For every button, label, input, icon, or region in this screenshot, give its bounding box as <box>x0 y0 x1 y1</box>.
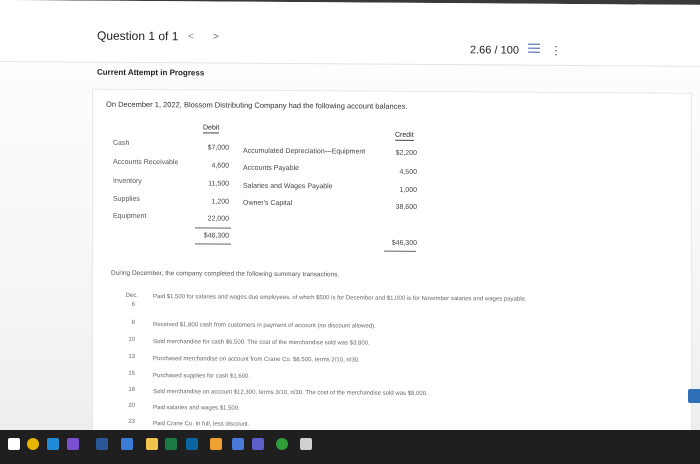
app-icon[interactable] <box>121 438 133 450</box>
credit-account: Accumulated Depreciation—Equipment <box>243 147 366 156</box>
chrome-icon[interactable] <box>27 438 39 450</box>
debit-account: Supplies <box>113 195 140 203</box>
txn-day: 13 <box>128 353 135 360</box>
question-header: Question 1 of 1 < > 2.66 / 100 · · · <box>0 0 700 67</box>
debit-amount: 11,500 <box>208 180 229 188</box>
credit-double-rule <box>384 250 416 252</box>
debit-account: Equipment <box>113 212 147 221</box>
side-panel-tab[interactable] <box>688 389 700 403</box>
debit-account: Accounts Receivable <box>113 158 179 167</box>
debit-amount: 22,000 <box>207 215 229 223</box>
question-card <box>92 88 692 438</box>
question-counter: Question 1 of 1 <box>97 28 179 44</box>
debit-account: Inventory <box>113 177 142 185</box>
txn-day: 6 <box>131 301 135 308</box>
debit-amount: 1,200 <box>211 198 229 206</box>
credit-amount: 4,500 <box>399 168 417 176</box>
credit-amount: $2,200 <box>395 149 417 157</box>
txn-month: Dec. <box>125 292 138 299</box>
search-icon[interactable] <box>47 438 59 450</box>
credit-account: Salaries and Wages Payable <box>243 182 333 191</box>
excel-icon[interactable] <box>165 438 177 450</box>
debit-amount: 4,600 <box>211 162 229 170</box>
txn-day: 8 <box>131 319 135 326</box>
browser-viewport: Question 1 of 1 < > 2.66 / 100 · · · Curre… <box>0 0 700 438</box>
teams-icon[interactable] <box>252 438 264 450</box>
credit-total: $46,300 <box>391 239 417 247</box>
debit-account: Cash <box>113 139 130 147</box>
credit-amount: 1,000 <box>399 186 417 194</box>
txn-day: 15 <box>128 370 135 377</box>
credit-account: Owner's Capital <box>243 199 293 208</box>
media-icon[interactable] <box>67 438 79 450</box>
previous-question-button[interactable]: < <box>188 31 194 42</box>
next-question-button[interactable]: > <box>213 31 219 42</box>
score-display: 2.66 / 100 <box>470 44 519 57</box>
credit-account: Accounts Payable <box>243 164 300 173</box>
word-icon[interactable] <box>96 438 108 450</box>
kebab-menu-icon[interactable]: · · · <box>554 39 558 61</box>
txn-day: 10 <box>128 336 135 343</box>
pen-icon[interactable] <box>300 438 312 450</box>
txn-day: 23 <box>128 418 135 425</box>
list-icon[interactable] <box>528 43 540 55</box>
txn-day: 18 <box>128 386 135 393</box>
credit-amount: 38,600 <box>395 203 417 211</box>
txn-text: Paid Crane Co. in full, less discount. <box>153 421 250 428</box>
txn-text: Purchased supplies for cash $1,600. <box>153 373 251 380</box>
folder-icon[interactable] <box>146 438 158 450</box>
start-icon[interactable] <box>8 438 20 450</box>
store-icon[interactable] <box>232 438 244 450</box>
debit-total: $46,300 <box>203 232 229 240</box>
explorer-icon[interactable] <box>210 438 222 450</box>
mail-icon[interactable] <box>186 438 198 450</box>
xbox-icon[interactable] <box>276 438 288 450</box>
debit-amount: $7,000 <box>207 144 229 152</box>
attempt-status: Current Attempt in Progress <box>97 67 205 78</box>
txn-text: Paid salaries and wages $1,500. <box>153 405 240 412</box>
credit-header: Credit <box>395 131 414 141</box>
debit-header: Debit <box>203 124 220 134</box>
txn-day: 20 <box>128 402 135 409</box>
